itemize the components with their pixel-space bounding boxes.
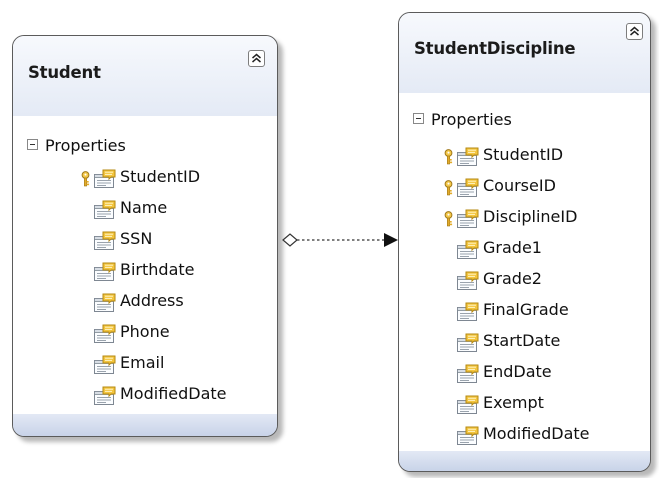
property-name: CourseID [483, 176, 556, 195]
property-icon [456, 178, 480, 202]
property-icon [456, 209, 480, 233]
entity-title: StudentDiscipline [414, 39, 576, 58]
collapse-button[interactable] [626, 23, 643, 40]
entity-footer [399, 451, 650, 471]
property-name: DisciplineID [483, 207, 578, 226]
key-icon [80, 171, 91, 191]
collapse-toggle-icon [27, 139, 38, 150]
property-name: Birthdate [120, 260, 195, 279]
entity-footer [13, 414, 277, 436]
property-name: SSN [120, 229, 153, 248]
property-icon [456, 240, 480, 264]
entity-title: Student [28, 63, 101, 82]
property-icon [456, 302, 480, 326]
property-name: ModifiedDate [120, 384, 227, 403]
property-icon [93, 200, 117, 224]
property-icon [93, 262, 117, 286]
entity-body: Properties StudentID CourseID DisciplineID… [399, 93, 650, 453]
property-name: Address [120, 291, 184, 310]
property-name: StartDate [483, 331, 561, 350]
property-name: Name [120, 198, 168, 217]
property-icon [93, 386, 117, 410]
property-icon [93, 355, 117, 379]
property-icon [93, 324, 117, 348]
property-icon [93, 293, 117, 317]
property-icon [456, 333, 480, 357]
property-name: EndDate [483, 362, 552, 381]
property-icon [456, 364, 480, 388]
section-label: Properties [45, 136, 126, 155]
property-icon [456, 147, 480, 171]
entity-student[interactable]: Student Properties StudentID Name SSN Birth… [12, 35, 278, 437]
association-end-arrow [384, 233, 398, 247]
section-label: Properties [431, 110, 512, 129]
property-name: Exempt [483, 393, 544, 412]
key-icon [443, 211, 454, 231]
property-name: Grade1 [483, 238, 542, 257]
property-name: StudentID [120, 167, 201, 186]
entity-header: Student [13, 36, 277, 116]
collapse-toggle-icon [413, 113, 424, 124]
property-name: ModifiedDate [483, 424, 590, 443]
key-icon [443, 149, 454, 169]
property-name: Grade2 [483, 269, 542, 288]
property-name: Email [120, 353, 165, 372]
key-icon [443, 180, 454, 200]
property-name: StudentID [483, 145, 564, 164]
association-start-diamond [282, 233, 298, 247]
property-name: Phone [120, 322, 170, 341]
property-icon [93, 169, 117, 193]
double-chevron-up-icon [630, 26, 639, 36]
property-icon [93, 231, 117, 255]
entity-studentdiscipline[interactable]: StudentDiscipline Properties StudentID Co… [398, 12, 651, 472]
property-icon [456, 395, 480, 419]
property-name: FinalGrade [483, 300, 569, 319]
property-icon [456, 426, 480, 450]
entity-header: StudentDiscipline [399, 13, 650, 93]
collapse-button[interactable] [248, 50, 265, 67]
entity-body: Properties StudentID Name SSN Birthdate Addr… [13, 116, 277, 416]
property-icon [456, 271, 480, 295]
double-chevron-up-icon [252, 53, 261, 63]
